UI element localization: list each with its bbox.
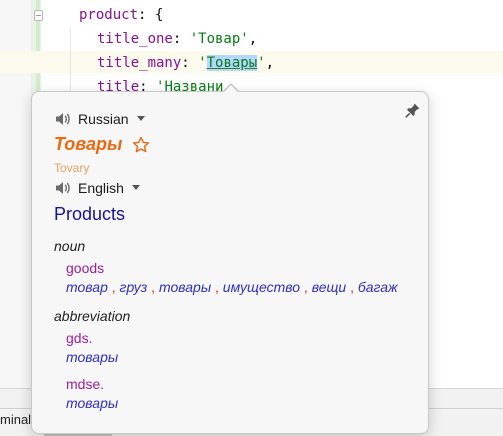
translation-term: gds. [66, 330, 93, 346]
code-string: 'Товар' [189, 31, 249, 47]
target-language-select[interactable]: English [54, 180, 140, 196]
source-language-select[interactable]: Russian [54, 111, 145, 127]
code-line-3[interactable]: title_many: 'Товары', [97, 52, 274, 74]
separator: , [107, 279, 120, 295]
synonym-link[interactable]: товар [66, 279, 108, 295]
code-punctuation: , [265, 55, 275, 71]
synonym-link[interactable]: груз [120, 279, 148, 295]
pin-icon[interactable] [405, 102, 421, 118]
code-key: title_one [97, 31, 173, 47]
source-word: Товары [54, 134, 123, 154]
separator: , [346, 279, 358, 295]
separator: , [300, 279, 312, 295]
target-word: Products [54, 204, 126, 224]
chevron-down-icon [131, 185, 140, 190]
synonym-link[interactable]: имущество [223, 279, 300, 295]
synonym-list: товары [66, 349, 118, 365]
part-of-speech: noun [54, 238, 86, 254]
fold-icon[interactable] [34, 10, 43, 21]
code-punctuation: , [248, 31, 258, 47]
synonym-link[interactable]: товары [66, 395, 118, 411]
target-language-label: English [78, 180, 124, 196]
popup-pointer-fill [223, 85, 239, 93]
separator: , [211, 279, 223, 295]
separator: , [147, 279, 159, 295]
code-punctuation: : [172, 31, 190, 47]
code-punctuation: : { [138, 7, 164, 23]
speaker-icon[interactable] [54, 111, 72, 127]
source-language-label: Russian [78, 111, 129, 127]
terminal-tab[interactable]: minal [0, 412, 31, 427]
translation-term: goods [66, 260, 105, 276]
code-key: product [79, 7, 139, 23]
transliteration: Tovary [54, 161, 90, 175]
synonym-link[interactable]: вещи [312, 279, 347, 295]
synonym-list: товары [66, 395, 118, 411]
synonym-link[interactable]: товары [159, 279, 211, 295]
code-line-1[interactable]: product: { [79, 4, 163, 26]
part-of-speech: abbreviation [54, 308, 131, 324]
code-key: title_many [97, 55, 182, 71]
code-line-2[interactable]: title_one: 'Товар', [97, 28, 257, 50]
synonym-list: товар , груз , товары , имущество , вещи… [66, 279, 398, 295]
synonym-link[interactable]: товары [66, 349, 118, 365]
code-string-quote: ' [198, 55, 207, 71]
translation-term: mdse. [66, 376, 105, 392]
synonym-link[interactable]: багаж [358, 279, 398, 295]
code-punctuation: : [181, 55, 199, 71]
speaker-icon[interactable] [54, 180, 72, 196]
translation-popup: Russian Товары Tovary English Products n… [31, 91, 429, 434]
indent-guide [70, 28, 71, 98]
star-icon[interactable] [132, 136, 150, 154]
chevron-down-icon [136, 116, 145, 121]
selected-word[interactable]: Товары [206, 55, 258, 71]
code-string-quote: ' [257, 55, 266, 71]
